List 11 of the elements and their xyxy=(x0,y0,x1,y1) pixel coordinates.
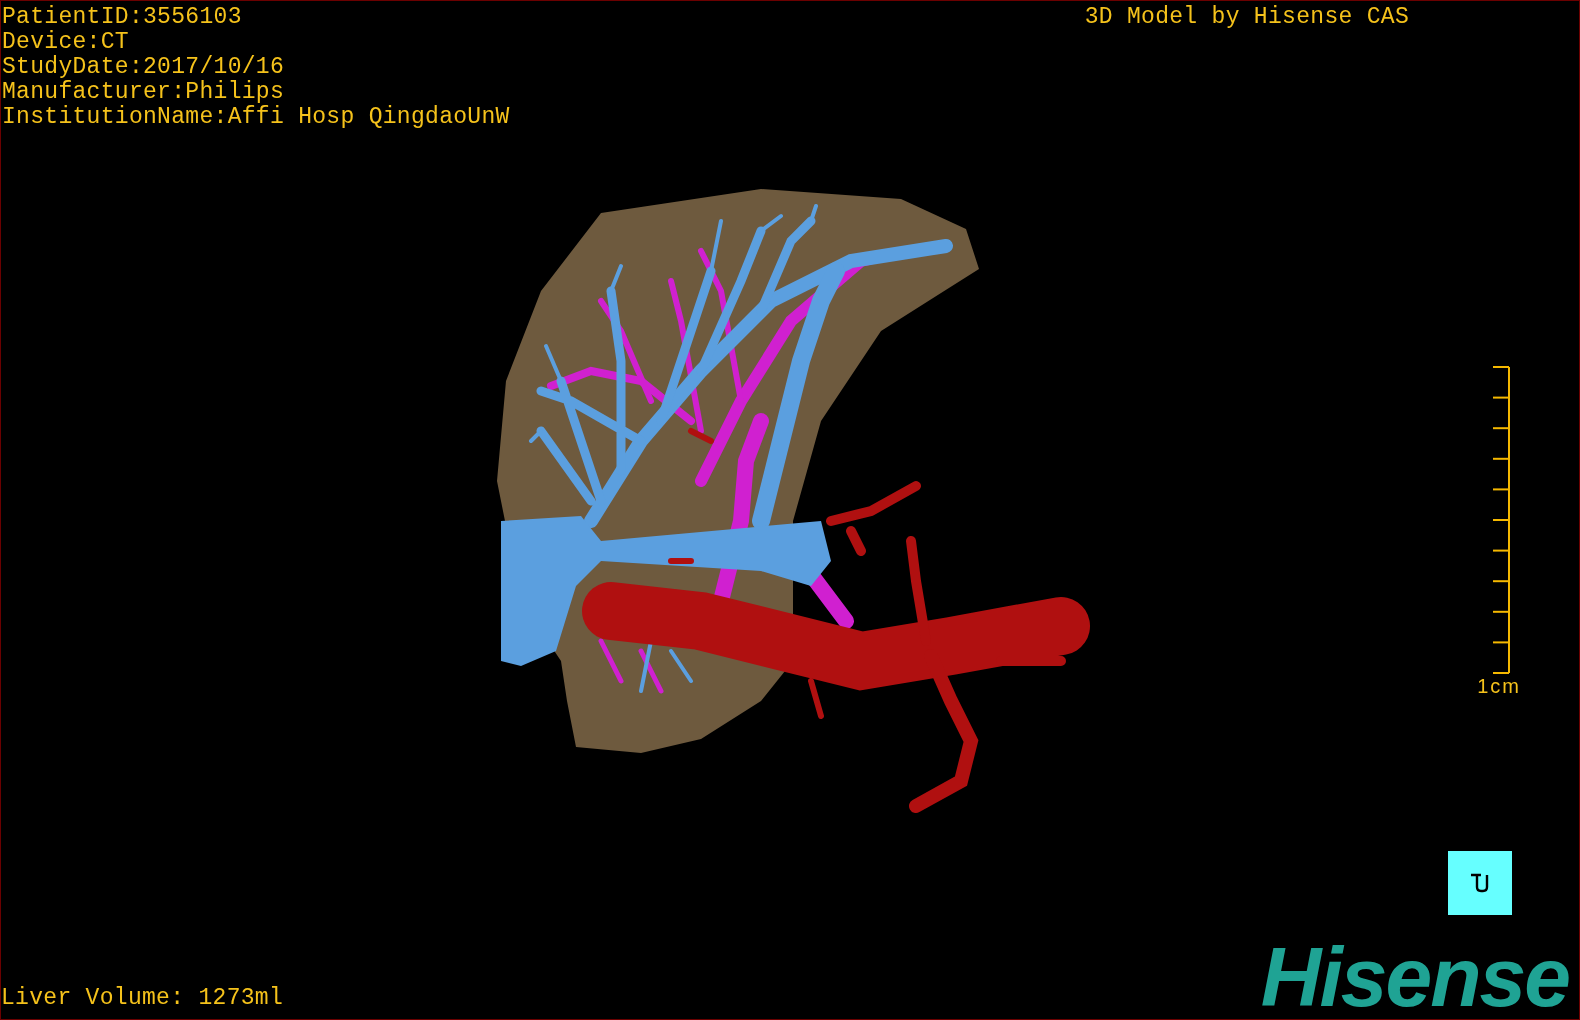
scale-bar-icon xyxy=(1491,365,1511,675)
patient-info-text: Device:CT xyxy=(2,30,130,55)
model-credit-text: 3D Model by Hisense CAS xyxy=(1084,5,1409,30)
brand-logo: Hisense xyxy=(1260,935,1570,1019)
patient-info-text: PatientID:3556103 xyxy=(2,5,243,30)
patient-info-text: StudyDate:2017/10/16 xyxy=(2,55,286,80)
patient-info-text: InstitutionName:Affi Hosp QingdaoUnW xyxy=(2,105,510,130)
scale-label: 1cm xyxy=(1477,675,1521,698)
liver-volume-text: Liver Volume: 1273ml xyxy=(1,986,284,1011)
tool-button[interactable] xyxy=(1448,851,1512,915)
patient-info-text: Manufacturer:Philips xyxy=(2,80,286,105)
